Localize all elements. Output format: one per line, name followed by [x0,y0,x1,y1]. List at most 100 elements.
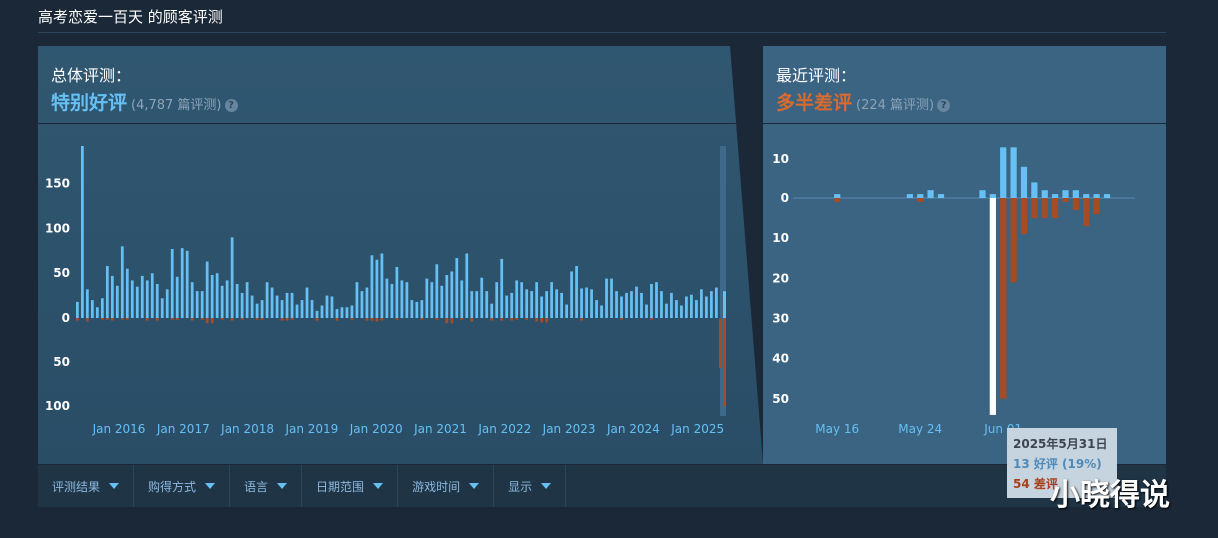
negative-bar [1062,198,1069,203]
negative-bar [260,318,264,320]
positive-bar [595,300,598,318]
negative-bar [435,318,439,320]
positive-bar [580,288,583,318]
y-tick-label: 10 [772,231,789,245]
positive-bar [300,300,304,318]
positive-bar [400,280,404,319]
positive-bar [145,280,149,319]
negative-bar [370,318,374,321]
positive-bar [370,255,374,318]
positive-bar [430,282,434,318]
recent-histogram[interactable]: 1001020304050May 16 May 24 Jun 01 [763,46,1166,464]
positive-bar [515,280,519,319]
overall-histogram[interactable]: 150 100 50 0 50 100 Jan 2016 Jan 2017 Jan 2018 Ja… [38,46,765,464]
positive-bar [110,275,114,318]
highlighted-bar [989,198,996,415]
positive-bar [100,298,104,318]
filter-review-type[interactable]: 评测结果 [38,465,135,507]
filter-language[interactable]: 语言 [230,465,303,507]
positive-bar [350,305,354,318]
review-filter-bar: 评测结果 购得方式 语言 日期范围 游戏时间 显示 [38,465,1166,507]
x-tick-label: Jan 2020 [349,422,403,436]
positive-bar [570,271,573,318]
positive-bar [440,285,444,318]
positive-bar [1062,190,1069,198]
positive-bar [1052,194,1059,198]
filter-purchase-type[interactable]: 购得方式 [134,465,231,507]
positive-bar [285,292,289,318]
positive-bar [700,289,703,318]
filter-display[interactable]: 显示 [494,465,567,507]
positive-bar [565,304,568,318]
negative-bar [719,318,721,368]
filter-date-range[interactable]: 日期范围 [302,465,399,507]
positive-bar [660,291,663,319]
positive-bar [520,282,524,318]
positive-bar [690,294,693,318]
negative-bar [285,318,289,321]
negative-bar [200,318,204,320]
positive-bar [655,282,658,318]
negative-bar [76,318,79,321]
positive-bar [365,287,369,318]
negative-bar [375,318,379,322]
negative-bar [110,318,114,321]
negative-bar [155,318,159,321]
positive-bar [723,291,726,318]
positive-bar [325,295,329,318]
positive-bar [405,282,409,318]
positive-bar [415,301,419,319]
y-tick-label: 100 [45,221,70,235]
positive-bar [280,300,284,318]
y-tick-label: 40 [772,352,789,366]
positive-bar [917,194,924,198]
caret-down-icon [109,483,120,489]
positive-bar [495,282,499,318]
filter-label: 语言 [244,479,269,494]
positive-bar [979,190,986,198]
caret-down-icon [205,483,216,489]
positive-bar [220,285,224,318]
positive-bar [1000,147,1007,198]
positive-bar [205,261,209,318]
positive-bar [180,248,184,319]
negative-bar [580,318,583,321]
positive-bar [135,286,139,318]
positive-bar [85,289,89,318]
y-tick-label: 30 [772,312,789,326]
filter-playtime[interactable]: 游戏时间 [398,465,495,507]
positive-bar [695,300,698,318]
positive-bar [265,282,269,318]
positive-bar [485,291,489,319]
positive-bar [345,307,349,318]
positive-bar [120,246,124,318]
positive-bar [76,301,79,319]
positive-bar [1093,194,1100,198]
positive-bar [360,291,364,319]
negative-bar [350,318,354,320]
positive-bar [340,307,344,318]
positive-bar [535,282,539,318]
positive-bar [125,268,129,318]
negative-bar [1072,198,1079,211]
positive-bar [150,273,154,318]
x-tick-label: May 24 [898,422,942,436]
negative-bar [105,318,109,320]
positive-bar [1031,182,1038,198]
positive-bar [525,289,529,318]
positive-bar [545,291,549,319]
negative-bar [535,318,539,322]
negative-bar [460,318,464,320]
page-title: 高考恋爱一百天 的顾客评测 [38,8,223,26]
positive-bar [610,278,613,318]
positive-bar [320,305,324,318]
positive-bar [130,280,134,319]
positive-bar [635,286,638,318]
positive-bar [175,276,179,318]
negative-bar [1052,198,1059,219]
y-tick-label: 150 [45,177,70,191]
filter-label: 显示 [508,479,533,494]
positive-bar [395,266,399,318]
positive-bar [1103,194,1111,198]
watermark-text: 小晓得说 [1050,478,1170,513]
